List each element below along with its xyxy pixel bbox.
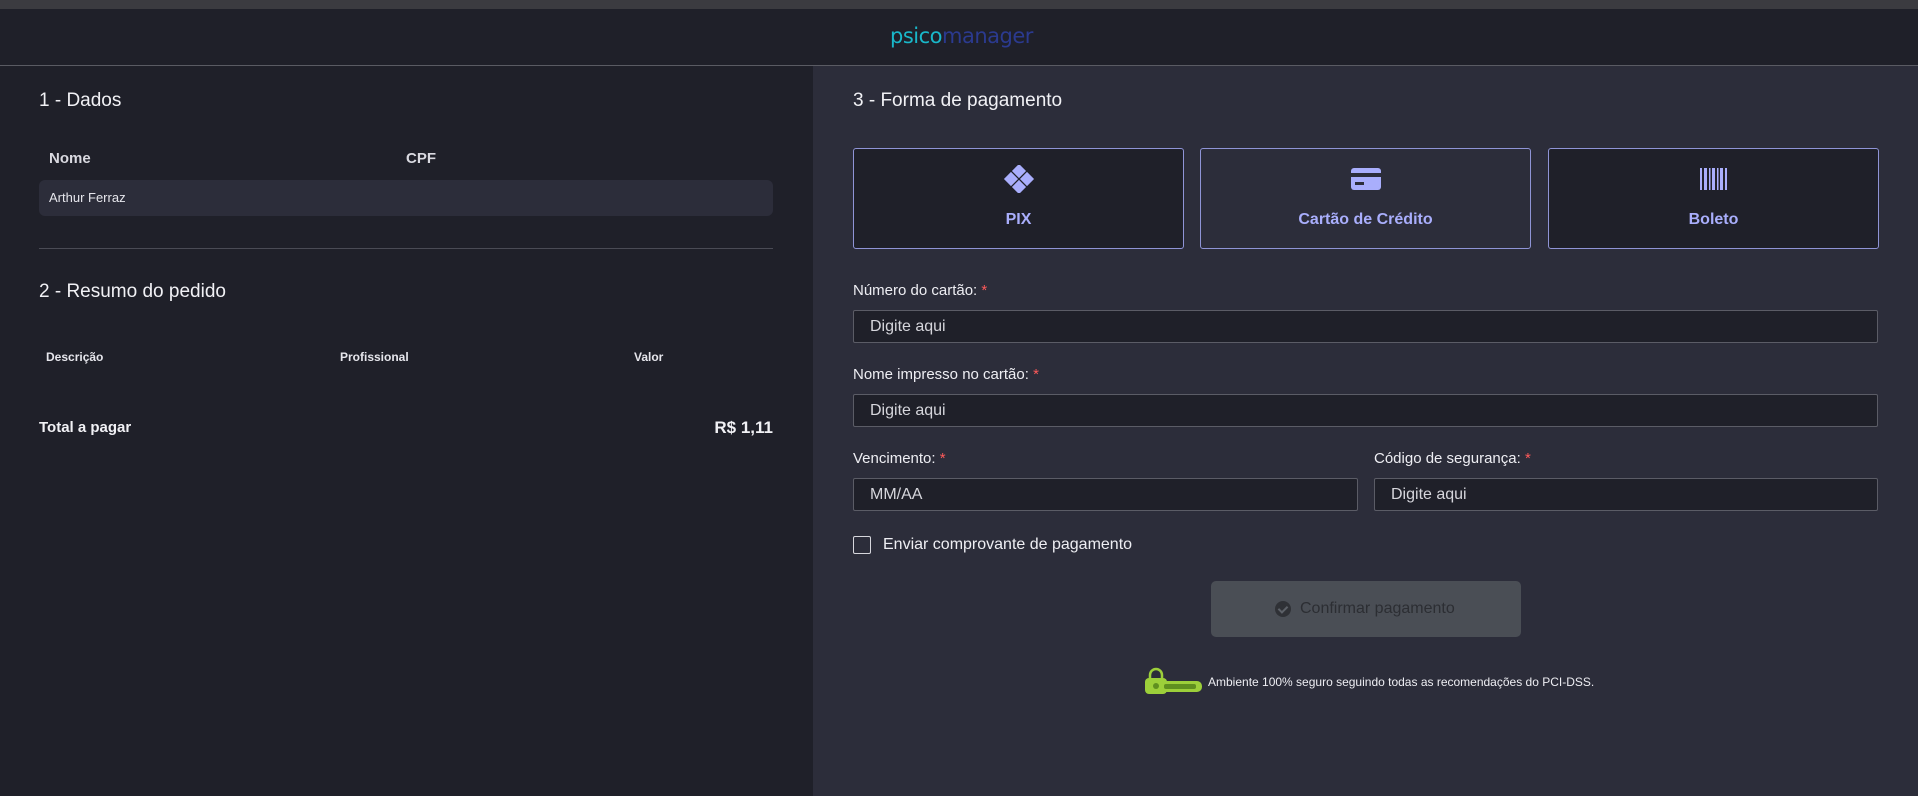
card-name-input[interactable] [853, 394, 1878, 427]
secure-environment-text: Ambiente 100% seguro seguindo todas as r… [1208, 675, 1595, 689]
required-mark: * [1033, 366, 1039, 383]
app-header: psicomanager [0, 9, 1918, 66]
logo-part-psico: psico [890, 24, 943, 48]
card-name-label: Nome impresso no cartão: * [853, 366, 1039, 383]
cvv-label-text: Código de segurança: [1374, 450, 1521, 467]
send-receipt-checkbox[interactable] [853, 536, 871, 554]
column-valor: Valor [634, 350, 664, 364]
required-mark: * [1524, 450, 1531, 467]
card-number-label: Número do cartão: * [853, 282, 987, 299]
expiry-label-text: Vencimento: [853, 450, 936, 467]
credit-card-icon [1350, 168, 1381, 190]
column-cpf: CPF [406, 150, 436, 167]
expiry-input[interactable] [853, 478, 1358, 511]
customer-data-row: Arthur Ferraz [39, 180, 773, 216]
required-mark: * [981, 282, 988, 299]
check-circle-icon [1275, 601, 1291, 617]
total-value: R$ 1,11 [714, 418, 773, 437]
payment-method-credit-card[interactable]: Cartão de Crédito [1200, 148, 1531, 249]
secure-lock-seal-icon [1145, 667, 1202, 694]
confirm-payment-button[interactable]: Confirmar pagamento [1211, 581, 1521, 637]
section-title-pagamento: 3 - Forma de pagamento [853, 90, 1063, 111]
barcode-icon [1699, 168, 1727, 190]
card-number-input[interactable] [853, 310, 1878, 343]
payment-panel: 3 - Forma de pagamento PIX Cartão de Cré… [813, 66, 1918, 796]
section-title-dados: 1 - Dados [39, 90, 122, 111]
total-label: Total a pagar [39, 419, 132, 436]
logo-part-manager: manager [942, 24, 1033, 48]
credit-card-label: Cartão de Crédito [1298, 211, 1433, 228]
required-mark: * [939, 450, 946, 467]
confirm-payment-label: Confirmar pagamento [1300, 600, 1455, 617]
expiry-label: Vencimento: * [853, 450, 946, 467]
brand-logo: psicomanager [890, 24, 1033, 48]
payment-method-boleto[interactable]: Boleto [1548, 148, 1879, 249]
section-title-resumo: 2 - Resumo do pedido [39, 281, 226, 302]
boleto-label: Boleto [1688, 211, 1739, 228]
payment-method-pix[interactable]: PIX [853, 148, 1184, 249]
column-profissional: Profissional [340, 350, 409, 364]
card-name-label-text: Nome impresso no cartão: [853, 366, 1029, 383]
send-receipt-label[interactable]: Enviar comprovante de pagamento [883, 536, 1132, 554]
pix-label: PIX [1005, 211, 1032, 228]
section-divider [39, 248, 773, 249]
column-nome: Nome [49, 150, 91, 167]
cvv-label: Código de segurança: * [1374, 450, 1531, 467]
cvv-input[interactable] [1374, 478, 1878, 511]
customer-name-value: Arthur Ferraz [49, 190, 126, 205]
browser-top-strip [0, 0, 1918, 9]
pix-icon [1003, 165, 1034, 193]
order-panel: 1 - Dados Nome CPF Arthur Ferraz 2 - Res… [0, 66, 813, 796]
column-descricao: Descrição [46, 350, 104, 364]
card-number-label-text: Número do cartão: [853, 282, 978, 299]
